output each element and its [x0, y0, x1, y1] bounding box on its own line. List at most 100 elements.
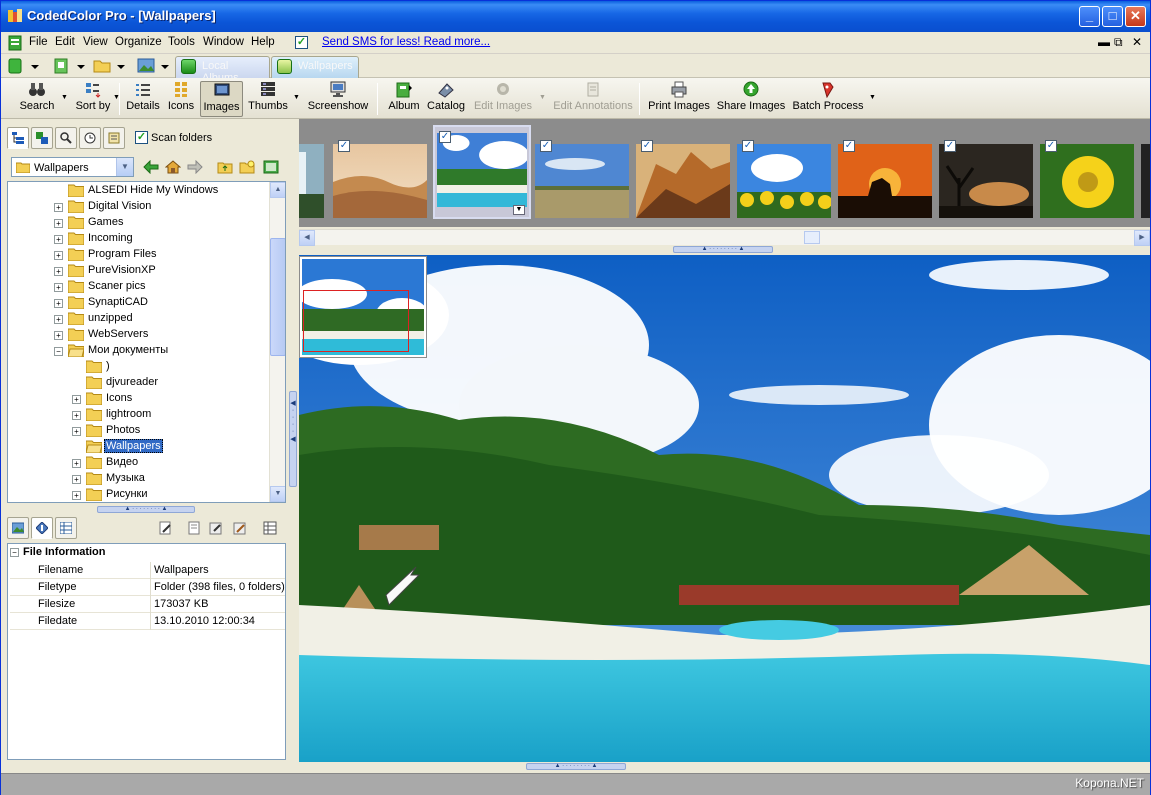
thumbs-dropdown-icon[interactable]: ▼	[293, 94, 300, 101]
tree-item[interactable]: + WebServers	[8, 327, 270, 343]
title-bar[interactable]: CodedColor Pro - [Wallpapers] _ □ ✕	[1, 1, 1150, 32]
tab-metadata[interactable]	[55, 517, 77, 539]
edit-info-icon[interactable]	[159, 521, 173, 535]
thumbnail-next[interactable]	[1140, 129, 1150, 218]
tree-item[interactable]: + Photos	[8, 423, 270, 439]
folder-path-combobox[interactable]: Wallpapers ▼	[11, 157, 134, 177]
tree-item[interactable]: djvureader	[8, 375, 270, 391]
expand-icon[interactable]: +	[54, 267, 63, 276]
mdi-restore-button[interactable]: ⧉	[1114, 35, 1123, 50]
image-view-icon[interactable]	[137, 57, 171, 75]
home-icon[interactable]	[165, 160, 181, 174]
mdi-close-button[interactable]: ✕	[1132, 35, 1142, 49]
tree-item[interactable]: + SynaptiCAD	[8, 295, 270, 311]
scrollbar-thumb[interactable]	[270, 238, 285, 356]
thumbnail-sunflowers[interactable]: ✓	[736, 129, 832, 218]
tree-item[interactable]: + Games	[8, 215, 270, 231]
viewport-rectangle[interactable]	[303, 290, 409, 352]
tree-item[interactable]: − Мои документы	[8, 343, 270, 359]
scroll-right-icon[interactable]: ▶	[1134, 230, 1150, 246]
tree-item[interactable]: Wallpapers	[8, 439, 270, 455]
thumbnail-checkbox[interactable]: ✓	[338, 140, 350, 152]
tree-item[interactable]: + unzipped	[8, 311, 270, 327]
up-folder-icon[interactable]	[217, 160, 233, 174]
menu-view[interactable]: View	[83, 36, 108, 48]
tab-favorites[interactable]	[103, 127, 125, 149]
tree-item[interactable]: ALSEDI Hide My Windows	[8, 183, 270, 199]
thumbnail-checkbox[interactable]: ✓	[439, 131, 451, 143]
thumbnail-canyon[interactable]: ✓	[635, 129, 731, 218]
scan-folders-checkbox[interactable]: ✓	[135, 131, 148, 144]
maximize-button[interactable]: □	[1102, 6, 1123, 27]
batch-process-button[interactable]: Batch Process	[791, 81, 865, 117]
document-icon[interactable]	[7, 35, 23, 51]
scroll-down-icon[interactable]: ▼	[270, 486, 285, 502]
tree-item[interactable]: + Музыка	[8, 471, 270, 487]
new-album-icon[interactable]	[7, 57, 41, 75]
vertical-splitter[interactable]: ◀ · · · · ◀	[289, 391, 297, 487]
tree-item[interactable]: + Рисунки	[8, 487, 270, 502]
file-information-header[interactable]: − File Information	[10, 546, 106, 558]
strip-splitter[interactable]: ▲ · · · · · · · · ▲	[673, 246, 773, 253]
note-icon[interactable]	[187, 521, 201, 535]
sort-by-button[interactable]: Sort by	[73, 81, 113, 117]
thumbnail-horse-sunset[interactable]: ✓	[837, 129, 933, 218]
screenshow-button[interactable]: Screenshow	[306, 81, 370, 117]
columns-icon[interactable]	[263, 521, 277, 535]
tree-item[interactable]: + Видео	[8, 455, 270, 471]
edit-images-dropdown-icon[interactable]: ▼	[539, 94, 546, 101]
expand-icon[interactable]: +	[54, 251, 63, 260]
thumbnail-tropical-beach[interactable]: ✓ ▼	[433, 125, 531, 219]
scrollbar-thumb[interactable]	[804, 231, 820, 244]
album-button[interactable]: Album	[386, 81, 422, 117]
expand-icon[interactable]: +	[72, 475, 81, 484]
annotate-icon[interactable]	[209, 521, 223, 535]
thumbnail-meadow[interactable]: ✓	[534, 129, 630, 218]
menu-window[interactable]: Window	[203, 36, 244, 48]
back-arrow-icon[interactable]	[143, 160, 159, 174]
menu-edit[interactable]: Edit	[55, 36, 75, 48]
expand-icon[interactable]: +	[54, 283, 63, 292]
mdi-minimize-button[interactable]: ▬	[1098, 35, 1110, 49]
tree-item[interactable]: )	[8, 359, 270, 375]
thumbnail-scrollbar[interactable]: ◀ ▶	[299, 229, 1150, 246]
share-images-button[interactable]: Share Images	[716, 81, 786, 117]
tab-search[interactable]	[55, 127, 77, 149]
tree-item[interactable]: + Incoming	[8, 231, 270, 247]
minimize-button[interactable]: _	[1079, 6, 1100, 27]
thumbs-view-button[interactable]: Thumbs	[247, 81, 289, 117]
thumbnail-waterfall[interactable]	[299, 129, 325, 218]
sms-checkbox[interactable]: ✓	[295, 36, 308, 49]
tree-item[interactable]: + PureVisionXP	[8, 263, 270, 279]
thumbnail-checkbox[interactable]: ✓	[843, 140, 855, 152]
menu-help[interactable]: Help	[251, 36, 275, 48]
explorer-icon[interactable]	[263, 160, 279, 174]
images-view-button[interactable]: Images	[200, 81, 243, 117]
expand-icon[interactable]: +	[72, 427, 81, 436]
preview-splitter[interactable]: ▲ · · · · · · · · ▲	[526, 763, 626, 770]
horizontal-splitter[interactable]: ▲ · · · · · · · · ▲	[97, 506, 195, 513]
pencil-icon[interactable]	[233, 521, 247, 535]
edit-annotations-button[interactable]: Edit Annotations	[550, 81, 636, 117]
thumbnail-checkbox[interactable]: ✓	[944, 140, 956, 152]
expand-icon[interactable]: +	[54, 331, 63, 340]
expand-icon[interactable]: +	[54, 315, 63, 324]
tab-folders[interactable]	[7, 127, 29, 149]
scroll-up-icon[interactable]: ▲	[270, 182, 285, 198]
thumbnail-desert[interactable]: ✓	[332, 129, 428, 218]
thumbnail-strip[interactable]: ✓ ✓ ▼ ✓ ✓ ✓ ✓ ✓ ✓	[299, 119, 1150, 227]
tab-local-albums[interactable]: Local Albums	[175, 56, 270, 84]
expand-icon[interactable]: +	[54, 235, 63, 244]
tab-albums[interactable]	[31, 127, 53, 149]
thumbnail-checkbox[interactable]: ✓	[540, 140, 552, 152]
search-button[interactable]: Search	[17, 81, 57, 117]
expand-icon[interactable]: +	[54, 203, 63, 212]
tree-item[interactable]: + Digital Vision	[8, 199, 270, 215]
menu-file[interactable]: File	[29, 36, 48, 48]
thumbnail-checkbox[interactable]: ✓	[641, 140, 653, 152]
print-images-button[interactable]: Print Images	[646, 81, 712, 117]
tab-wallpapers[interactable]: Wallpapers	[271, 56, 359, 78]
open-folder-icon[interactable]	[93, 57, 127, 75]
expand-icon[interactable]: +	[72, 411, 81, 420]
tab-history[interactable]	[79, 127, 101, 149]
